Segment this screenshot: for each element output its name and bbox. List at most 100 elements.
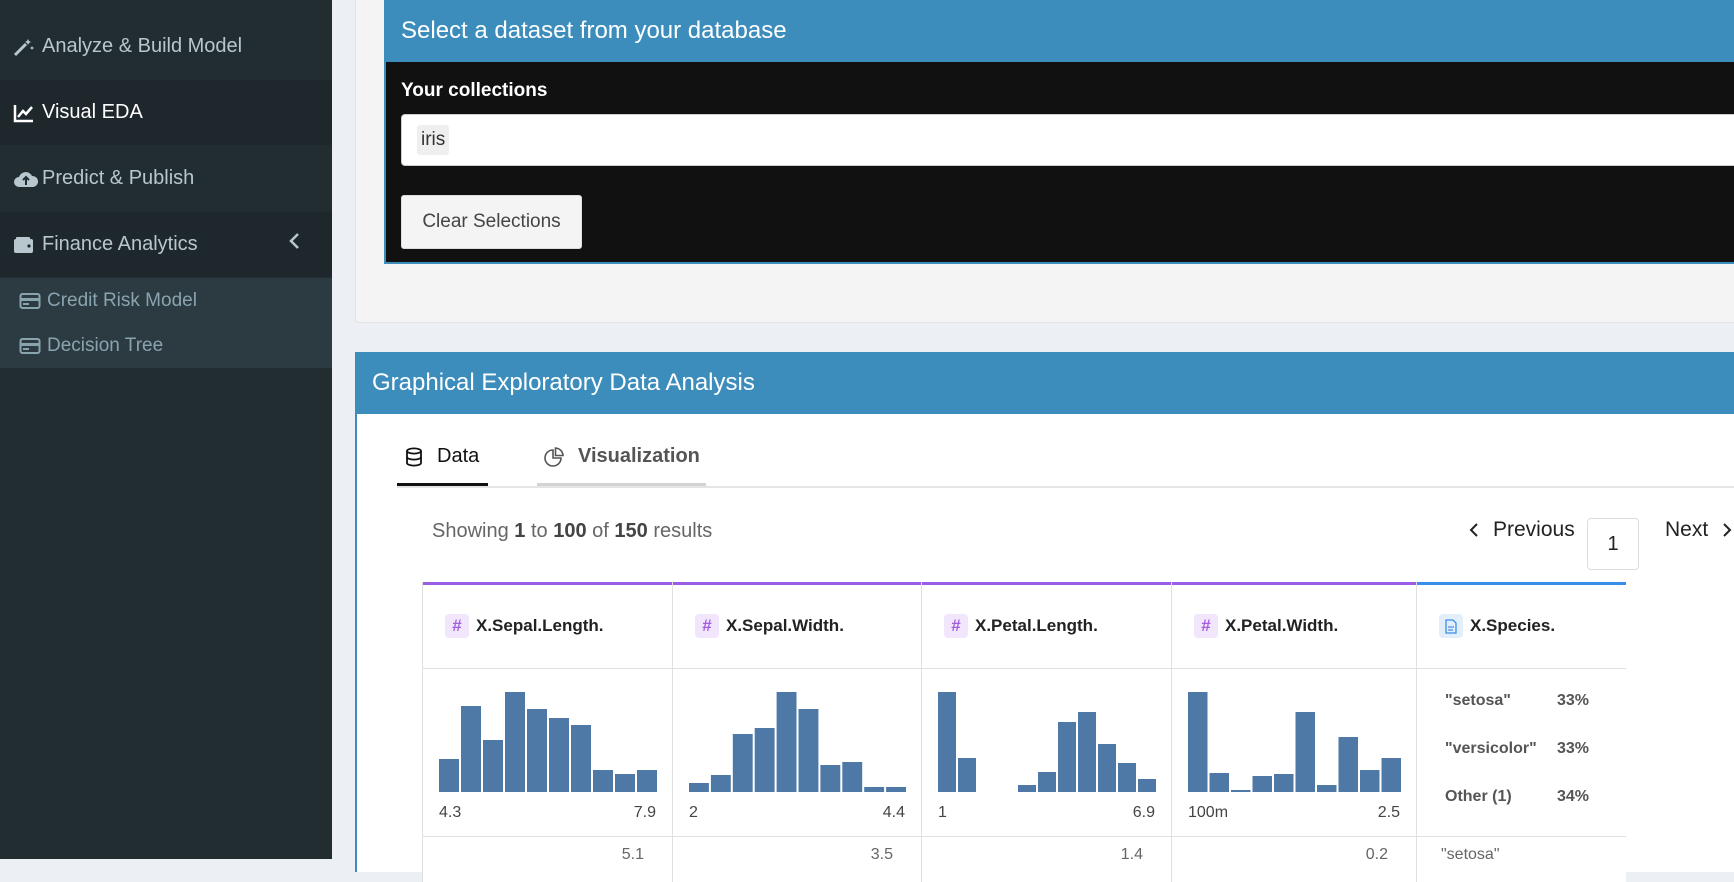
row-divider bbox=[673, 836, 921, 837]
histogram-bar bbox=[710, 775, 731, 792]
histogram-bar bbox=[938, 692, 956, 792]
histogram-bar bbox=[1188, 692, 1208, 792]
row-divider bbox=[1172, 836, 1416, 837]
header-divider bbox=[423, 668, 672, 669]
previous-page-button[interactable]: Previous bbox=[1469, 518, 1575, 542]
summary-to-word: to bbox=[530, 520, 548, 542]
pie-chart-icon bbox=[544, 446, 564, 467]
column-header[interactable]: # X.Petal.Width. bbox=[1194, 614, 1338, 638]
category-row: "setosa" 33% bbox=[1445, 692, 1595, 710]
column-type-bar bbox=[1172, 582, 1416, 585]
histogram-bar bbox=[864, 787, 885, 792]
column-type-bar bbox=[423, 582, 672, 585]
chevron-left-icon bbox=[288, 232, 300, 256]
histogram-bar bbox=[549, 718, 569, 792]
dataset-box-title: Select a dataset from your database bbox=[386, 0, 1734, 62]
histogram-bar bbox=[886, 787, 906, 792]
category-percent: 33% bbox=[1557, 692, 1590, 709]
histogram-bar bbox=[1098, 744, 1116, 792]
row-divider bbox=[1417, 836, 1626, 837]
clear-selections-button[interactable]: Clear Selections bbox=[401, 195, 582, 249]
summary-from: 1 bbox=[514, 520, 526, 542]
sidebar-item-visual-eda[interactable]: Visual EDA bbox=[0, 80, 332, 145]
numeric-type-icon: # bbox=[445, 614, 469, 638]
histogram-bar bbox=[732, 734, 753, 792]
sidebar-item-finance-analytics[interactable]: Finance Analytics bbox=[0, 212, 332, 277]
sidebar-subitem-decision-tree[interactable]: Decision Tree bbox=[0, 323, 332, 368]
table-cell: 3.5 bbox=[870, 846, 893, 863]
histogram-min-label: 4.3 bbox=[439, 804, 462, 821]
numeric-type-icon: # bbox=[695, 614, 719, 638]
histogram-bar bbox=[527, 709, 547, 792]
text-type-icon bbox=[1439, 614, 1463, 638]
table-cell: "setosa" bbox=[1441, 846, 1500, 863]
histogram-bar bbox=[689, 783, 709, 792]
histogram-bar bbox=[439, 759, 459, 792]
cloud-upload-icon bbox=[13, 168, 39, 190]
histogram-bar bbox=[1274, 774, 1294, 792]
histogram-bar bbox=[1338, 737, 1358, 792]
header-divider bbox=[1417, 668, 1626, 669]
histogram-bar bbox=[637, 770, 657, 792]
sidebar: Analyze & Build Model Visual EDA Predict… bbox=[0, 0, 332, 859]
sidebar-item-label: Finance Analytics bbox=[42, 233, 198, 255]
histogram-bar bbox=[1252, 776, 1272, 792]
tab-label: Data bbox=[437, 445, 480, 467]
histogram-bar bbox=[615, 774, 635, 792]
credit-card-icon bbox=[19, 336, 43, 356]
histogram-max-label: 4.4 bbox=[882, 804, 905, 821]
tab-label: Visualization bbox=[578, 445, 700, 467]
column-header[interactable]: # X.Sepal.Width. bbox=[695, 614, 844, 638]
histogram-bar bbox=[593, 770, 613, 792]
magic-wand-icon bbox=[13, 36, 39, 58]
table-cell: 0.2 bbox=[1365, 846, 1388, 863]
main-content: Select a dataset from your database Your… bbox=[332, 0, 1734, 882]
sidebar-item-predict-publish[interactable]: Predict & Publish bbox=[0, 146, 332, 211]
eda-box-title: Graphical Exploratory Data Analysis bbox=[357, 352, 1734, 414]
page-number-button[interactable]: 1 bbox=[1587, 518, 1639, 570]
next-page-button[interactable]: Next bbox=[1665, 518, 1732, 542]
table-cell: 5.1 bbox=[621, 846, 644, 863]
histogram-bar bbox=[483, 740, 503, 792]
selected-collection-chip[interactable]: iris bbox=[417, 125, 450, 155]
histogram-max-label: 7.9 bbox=[633, 804, 656, 821]
table-cell: 1.4 bbox=[1120, 846, 1143, 863]
summary-suffix: results bbox=[653, 520, 713, 542]
histogram-bar bbox=[754, 728, 775, 792]
column-type-bar bbox=[1417, 582, 1626, 585]
histogram-bar bbox=[1209, 773, 1229, 792]
database-icon bbox=[405, 447, 423, 467]
category-label: "setosa" bbox=[1445, 692, 1511, 709]
numeric-type-icon: # bbox=[944, 614, 968, 638]
histogram-bar bbox=[798, 709, 819, 792]
histogram-bar bbox=[776, 692, 797, 792]
collections-label: Your collections bbox=[401, 80, 548, 101]
histogram-min-label: 2 bbox=[689, 804, 698, 821]
column-header-label: X.Petal.Length. bbox=[975, 616, 1098, 635]
column-header-label: X.Petal.Width. bbox=[1225, 616, 1339, 635]
histogram-bar bbox=[1231, 790, 1251, 792]
tab-data[interactable]: Data bbox=[397, 430, 488, 486]
sidebar-item-analyze-build-model[interactable]: Analyze & Build Model bbox=[0, 14, 332, 79]
histogram-bar bbox=[1038, 772, 1056, 792]
dataset-box: Select a dataset from your database Your… bbox=[384, 0, 1734, 264]
column-header[interactable]: # X.Petal.Length. bbox=[944, 614, 1098, 638]
column-histogram bbox=[689, 692, 906, 792]
category-percent: 33% bbox=[1557, 740, 1590, 757]
histogram-max-label: 2.5 bbox=[1377, 804, 1400, 821]
column-x-petal-length: # X.Petal.Length. 1 6.9 1.4 bbox=[921, 582, 1171, 882]
histogram-bar bbox=[958, 758, 976, 792]
tab-visualization[interactable]: Visualization bbox=[537, 430, 706, 486]
collections-select[interactable]: iris bbox=[401, 114, 1734, 166]
column-x-petal-width: # X.Petal.Width. 100m 2.5 0.2 bbox=[1171, 582, 1416, 882]
sidebar-subitem-credit-risk-model[interactable]: Credit Risk Model bbox=[0, 278, 332, 323]
column-header[interactable]: # X.Sepal.Length. bbox=[445, 614, 604, 638]
results-summary: Showing 1 to 100 of 150 results bbox=[432, 520, 712, 543]
histogram-bar bbox=[842, 762, 863, 792]
column-x-sepal-length: # X.Sepal.Length. 4.3 7.9 5.1 bbox=[422, 582, 672, 882]
next-label: Next bbox=[1665, 518, 1709, 541]
histogram-bar bbox=[1018, 785, 1036, 792]
row-divider bbox=[423, 836, 672, 837]
column-x-species: X.Species. "setosa" 33% "versicolor" 33% Othe… bbox=[1416, 582, 1626, 882]
column-header[interactable]: X.Species. bbox=[1439, 614, 1555, 638]
